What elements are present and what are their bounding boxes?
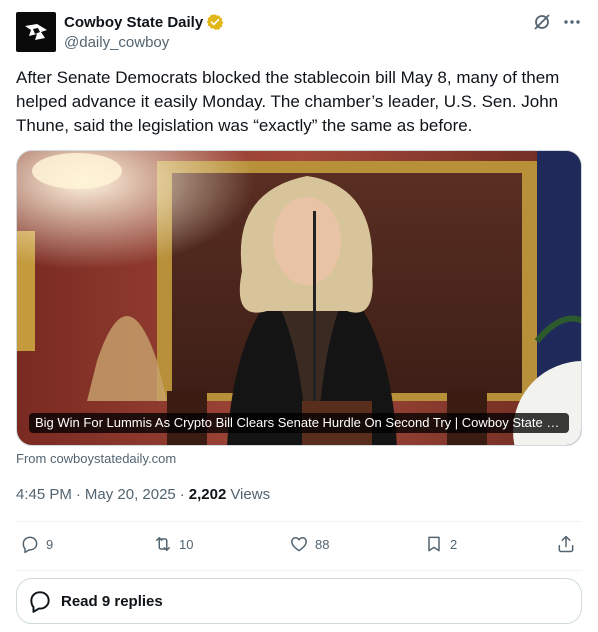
views-count: 2,202: [188, 486, 227, 503]
bookmark-button[interactable]: 2: [424, 534, 457, 554]
cowboy-logo-icon: [25, 24, 47, 40]
link-card[interactable]: Big Win For Lummis As Crypto Bill Clears…: [16, 150, 582, 446]
divider: [16, 570, 582, 571]
reply-bubble-icon: [30, 591, 50, 613]
action-bar: 9 10 88 2: [16, 534, 582, 558]
meta-separator: ·: [179, 486, 185, 503]
more-icon[interactable]: [562, 12, 582, 32]
read-replies-button[interactable]: Read 9 replies: [16, 578, 582, 624]
share-icon: [558, 535, 574, 553]
tweet-text: After Senate Democrats blocked the stabl…: [16, 68, 560, 135]
author-names: Cowboy State Daily @daily_cowboy: [64, 12, 224, 51]
tweet-meta: 4:45 PM · May 20, 2025 · 2,202 Views: [16, 486, 270, 503]
display-name[interactable]: Cowboy State Daily: [64, 14, 203, 31]
like-icon: [291, 537, 307, 552]
tweet-date[interactable]: May 20, 2025: [85, 486, 176, 503]
repost-count: 10: [179, 536, 194, 552]
reply-button[interactable]: 9: [20, 534, 53, 554]
grok-icon[interactable]: [532, 12, 552, 32]
tweet-time[interactable]: 4:45 PM: [16, 486, 72, 503]
card-photo: [17, 151, 581, 445]
repost-icon: [156, 537, 170, 551]
display-name-row: Cowboy State Daily: [64, 12, 224, 32]
repost-button[interactable]: 10: [153, 534, 193, 554]
card-caption: Big Win For Lummis As Crypto Bill Clears…: [29, 413, 569, 433]
like-button[interactable]: 88: [289, 534, 329, 554]
like-count: 88: [315, 536, 330, 552]
reply-count: 9: [46, 536, 54, 552]
bookmark-count: 2: [450, 536, 458, 552]
meta-separator: ·: [75, 486, 81, 503]
reply-icon: [22, 536, 38, 554]
views-label: Views: [230, 486, 271, 503]
read-replies-label: Read 9 replies: [61, 592, 163, 610]
share-button[interactable]: [556, 534, 576, 554]
divider: [16, 521, 582, 522]
bookmark-icon: [428, 536, 440, 552]
header-actions: [532, 12, 582, 32]
card-source[interactable]: From cowboystatedaily.com: [16, 451, 176, 466]
tweet-header: Cowboy State Daily @daily_cowboy: [16, 12, 582, 56]
avatar[interactable]: [16, 12, 56, 52]
handle[interactable]: @daily_cowboy: [64, 34, 224, 51]
verified-badge-icon: [206, 14, 224, 30]
